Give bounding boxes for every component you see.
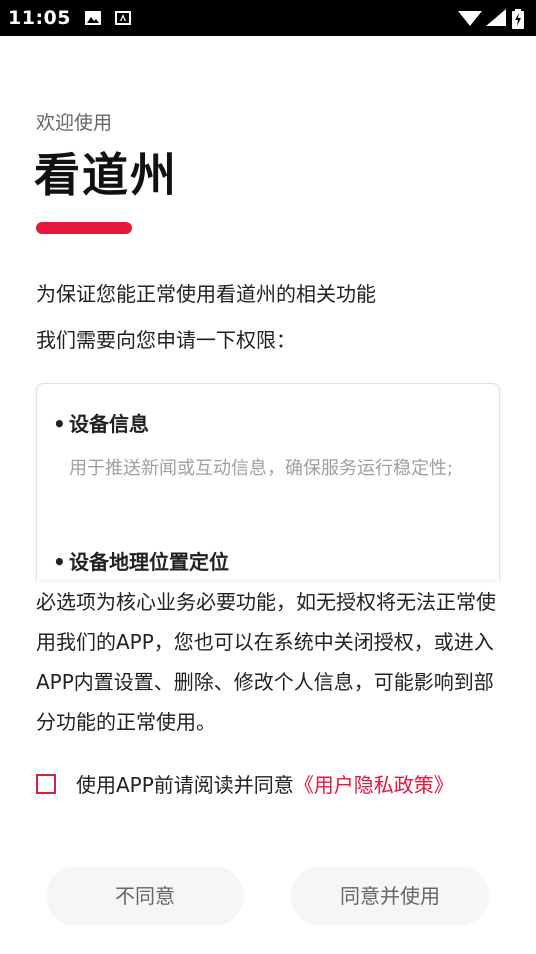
welcome-text: 欢迎使用 xyxy=(36,112,113,134)
app-title: 看道州 xyxy=(34,148,178,202)
cellular-signal-icon xyxy=(486,9,506,27)
agree-button[interactable]: 同意并使用 xyxy=(291,866,489,926)
intro-line-1: 为保证您能正常使用看道州的相关功能 xyxy=(36,282,376,306)
disagree-button[interactable]: 不同意 xyxy=(46,866,244,926)
bullet: • xyxy=(53,550,66,574)
permission-item-device-info: • 设备信息 用于推送新闻或互动信息，确保服务运行稳定性; xyxy=(53,410,473,486)
permission-title: 设备地理位置定位 xyxy=(69,550,229,574)
agree-checkbox[interactable] xyxy=(36,774,56,794)
intro-line-2: 我们需要向您申请一下权限： xyxy=(36,328,296,352)
agreement-text: 使用APP前请阅读并同意《用户隐私政策》 xyxy=(76,770,476,800)
image-notification-icon xyxy=(84,9,102,27)
permission-item-location: • 设备地理位置定位 xyxy=(53,548,473,576)
permission-title: 设备信息 xyxy=(69,412,149,436)
wifi-icon xyxy=(458,9,482,27)
permissions-list[interactable]: • 设备信息 用于推送新闻或互动信息，确保服务运行稳定性; • 设备地理位置定位 xyxy=(36,383,500,580)
status-bar: 11:05 xyxy=(0,0,536,36)
font-notification-icon xyxy=(114,9,132,27)
battery-charging-icon xyxy=(512,9,524,29)
notice-text: 必选项为核心业务必要功能，如无授权将无法正常使用我们的APP，您也可以在系统中关… xyxy=(36,590,496,734)
title-underline xyxy=(36,222,132,234)
status-time: 11:05 xyxy=(8,7,71,29)
agreement-label: 使用APP前请阅读并同意 xyxy=(76,773,294,797)
permission-description: 用于推送新闻或互动信息，确保服务运行稳定性; xyxy=(69,458,454,479)
bullet: • xyxy=(53,412,66,436)
privacy-policy-link[interactable]: 《用户隐私政策》 xyxy=(294,773,454,797)
